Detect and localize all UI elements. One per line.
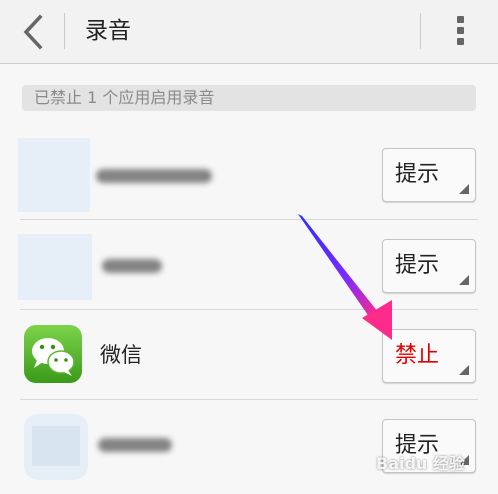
watermark: Baidu 经验 — [376, 454, 465, 473]
annotation-arrow — [298, 214, 392, 340]
